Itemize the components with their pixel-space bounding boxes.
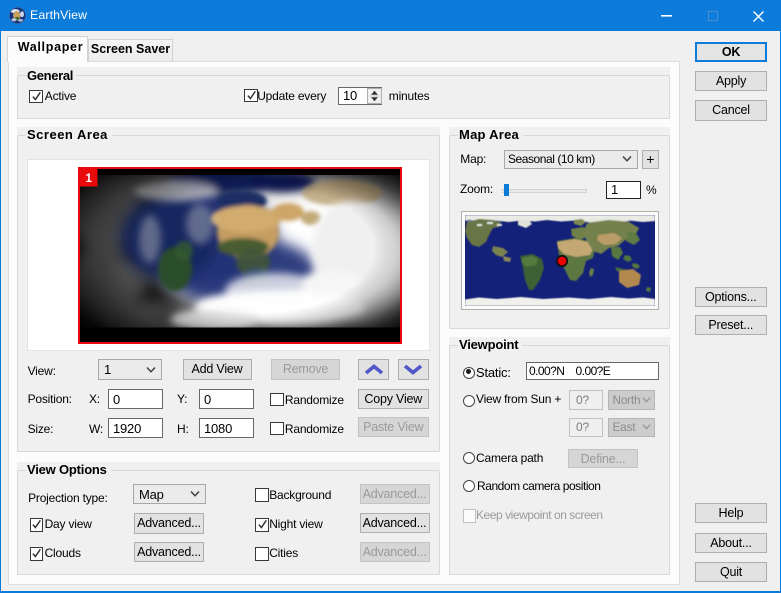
svg-text:1: 1 (85, 173, 92, 185)
